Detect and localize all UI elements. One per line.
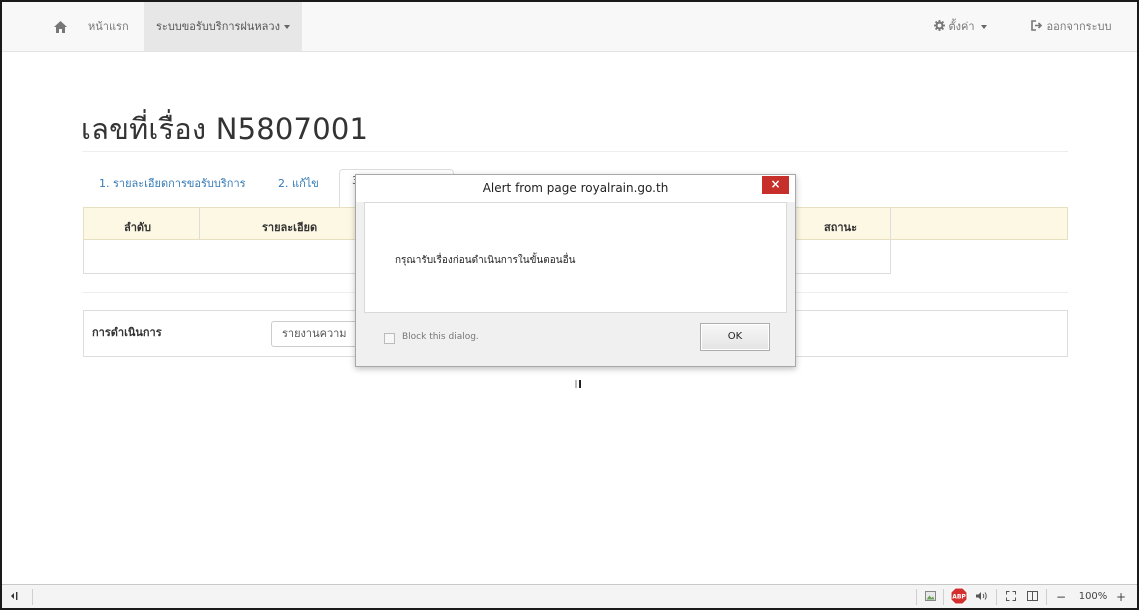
- page-title: เลขที่เรื่อง N5807001: [81, 112, 369, 146]
- logout-icon: [1031, 20, 1043, 31]
- devtools-icon[interactable]: [8, 585, 22, 608]
- block-dialog-checkbox[interactable]: [384, 333, 395, 344]
- settings-label: ตั้งค่า: [948, 20, 975, 33]
- column-divider: [890, 208, 891, 240]
- zoom-level[interactable]: 100%: [1076, 585, 1110, 608]
- column-header-status: สถานะ: [824, 221, 857, 234]
- split-view-icon[interactable]: [1023, 585, 1041, 608]
- nav-service-label: ระบบขอรับบริการฝนหลวง: [156, 20, 280, 33]
- title-divider: [82, 151, 1068, 152]
- action-label: การดำเนินการ: [92, 326, 162, 339]
- column-divider: [199, 208, 200, 240]
- fullscreen-icon[interactable]: [1002, 585, 1020, 608]
- browser-status-bar: ABP − 100% +: [2, 584, 1137, 608]
- dialog-title: Alert from page royalrain.go.th: [356, 175, 795, 202]
- column-header-details: รายละเอียด: [262, 221, 318, 234]
- chevron-down-icon: [283, 25, 290, 29]
- zoom-out-button[interactable]: −: [1054, 585, 1068, 608]
- loading-bar: [575, 380, 577, 388]
- nav-service-menu[interactable]: ระบบขอรับบริการฝนหลวง: [144, 2, 302, 51]
- dialog-body: กรุณารับเรื่องก่อนดำเนินการในขั้นตอนอื่น: [364, 202, 787, 313]
- nav-home-link[interactable]: หน้าแรก: [76, 2, 141, 51]
- status-divider: [1046, 589, 1047, 605]
- status-divider: [996, 589, 997, 605]
- tab-edit[interactable]: 2. แก้ไข: [278, 174, 319, 192]
- adblock-label: ABP: [952, 594, 966, 601]
- logout-link[interactable]: ออกจากระบบ: [1031, 2, 1111, 51]
- adblock-icon[interactable]: ABP: [949, 585, 969, 608]
- column-header-order: ลำดับ: [124, 221, 152, 234]
- close-icon: ×: [770, 177, 781, 191]
- gear-icon: [934, 20, 945, 31]
- home-button[interactable]: [46, 2, 74, 51]
- dialog-footer: Block this dialog. OK: [356, 313, 795, 366]
- ok-button[interactable]: OK: [700, 323, 770, 351]
- loading-bar: [579, 380, 581, 388]
- loading-indicator: [575, 380, 585, 388]
- sound-icon[interactable]: [972, 585, 990, 608]
- block-dialog-label[interactable]: Block this dialog.: [402, 332, 479, 342]
- close-button[interactable]: ×: [762, 176, 789, 194]
- status-divider: [32, 589, 33, 605]
- settings-menu[interactable]: ตั้งค่า: [934, 2, 987, 51]
- browser-window: หน้าแรก ระบบขอรับบริการฝนหลวง ตั้งค่า ออ: [0, 0, 1139, 610]
- tab-request-details[interactable]: 1. รายละเอียดการขอรับบริการ: [99, 174, 246, 192]
- chevron-down-icon: [980, 25, 987, 29]
- image-icon[interactable]: [922, 585, 938, 608]
- home-icon: [53, 20, 67, 33]
- status-divider: [943, 589, 944, 605]
- status-divider: [916, 589, 917, 605]
- zoom-in-button[interactable]: +: [1114, 585, 1128, 608]
- top-navbar: หน้าแรก ระบบขอรับบริการฝนหลวง ตั้งค่า ออ: [2, 2, 1137, 52]
- logout-label: ออกจากระบบ: [1046, 20, 1112, 33]
- dialog-message: กรุณารับเรื่องก่อนดำเนินการในขั้นตอนอื่น: [395, 255, 576, 266]
- alert-dialog: Alert from page royalrain.go.th × กรุณาร…: [355, 174, 796, 367]
